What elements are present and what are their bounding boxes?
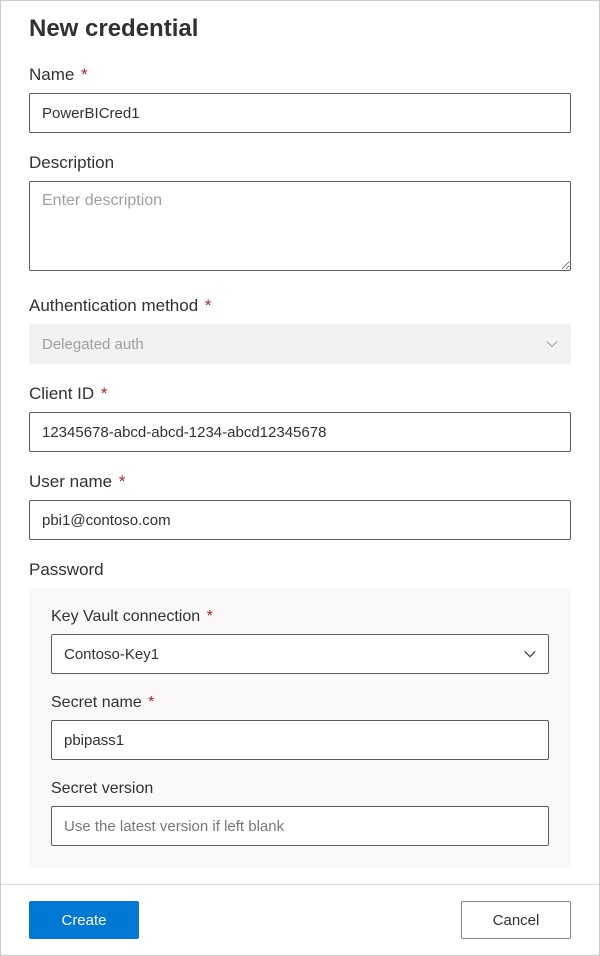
user-name-input[interactable]: [29, 500, 571, 540]
required-asterisk: *: [81, 65, 88, 84]
name-label-text: Name: [29, 65, 74, 84]
cancel-button[interactable]: Cancel: [461, 901, 571, 939]
auth-method-select-wrapper: [29, 324, 571, 364]
key-vault-label: Key Vault connection *: [51, 608, 549, 626]
auth-method-label-text: Authentication method: [29, 296, 198, 315]
client-id-label: Client ID *: [29, 384, 571, 404]
auth-method-select: [29, 324, 571, 364]
key-vault-select[interactable]: [51, 634, 549, 674]
required-asterisk: *: [207, 608, 213, 625]
new-credential-panel: New credential Name * Description Authen…: [0, 0, 600, 956]
secret-version-label: Secret version: [51, 780, 549, 798]
required-asterisk: *: [148, 694, 154, 711]
client-id-input[interactable]: [29, 412, 571, 452]
name-field-group: Name *: [29, 65, 571, 133]
password-section: Key Vault connection * Secret name *: [29, 588, 571, 868]
client-id-field-group: Client ID *: [29, 384, 571, 452]
description-field-group: Description: [29, 153, 571, 276]
required-asterisk: *: [119, 472, 126, 491]
create-button[interactable]: Create: [29, 901, 139, 939]
password-field-group: Password Key Vault connection *: [29, 560, 571, 868]
panel-title: New credential: [29, 15, 571, 43]
secret-version-input[interactable]: [51, 806, 549, 846]
secret-name-field-group: Secret name *: [51, 694, 549, 760]
secret-name-label: Secret name *: [51, 694, 549, 712]
user-name-label-text: User name: [29, 472, 112, 491]
user-name-label: User name *: [29, 472, 571, 492]
name-input[interactable]: [29, 93, 571, 133]
panel-content: New credential Name * Description Authen…: [1, 1, 599, 884]
client-id-label-text: Client ID: [29, 384, 94, 403]
key-vault-label-text: Key Vault connection: [51, 608, 200, 625]
password-section-label: Password: [29, 560, 571, 580]
key-vault-field-group: Key Vault connection *: [51, 608, 549, 674]
required-asterisk: *: [205, 296, 212, 315]
key-vault-select-wrapper: [51, 634, 549, 674]
secret-name-input[interactable]: [51, 720, 549, 760]
auth-method-field-group: Authentication method *: [29, 296, 571, 364]
secret-version-field-group: Secret version: [51, 780, 549, 846]
description-textarea[interactable]: [29, 181, 571, 271]
auth-method-label: Authentication method *: [29, 296, 571, 316]
description-label: Description: [29, 153, 571, 173]
secret-name-label-text: Secret name: [51, 694, 142, 711]
user-name-field-group: User name *: [29, 472, 571, 540]
panel-footer: Create Cancel: [1, 884, 599, 955]
name-label: Name *: [29, 65, 571, 85]
required-asterisk: *: [101, 384, 108, 403]
